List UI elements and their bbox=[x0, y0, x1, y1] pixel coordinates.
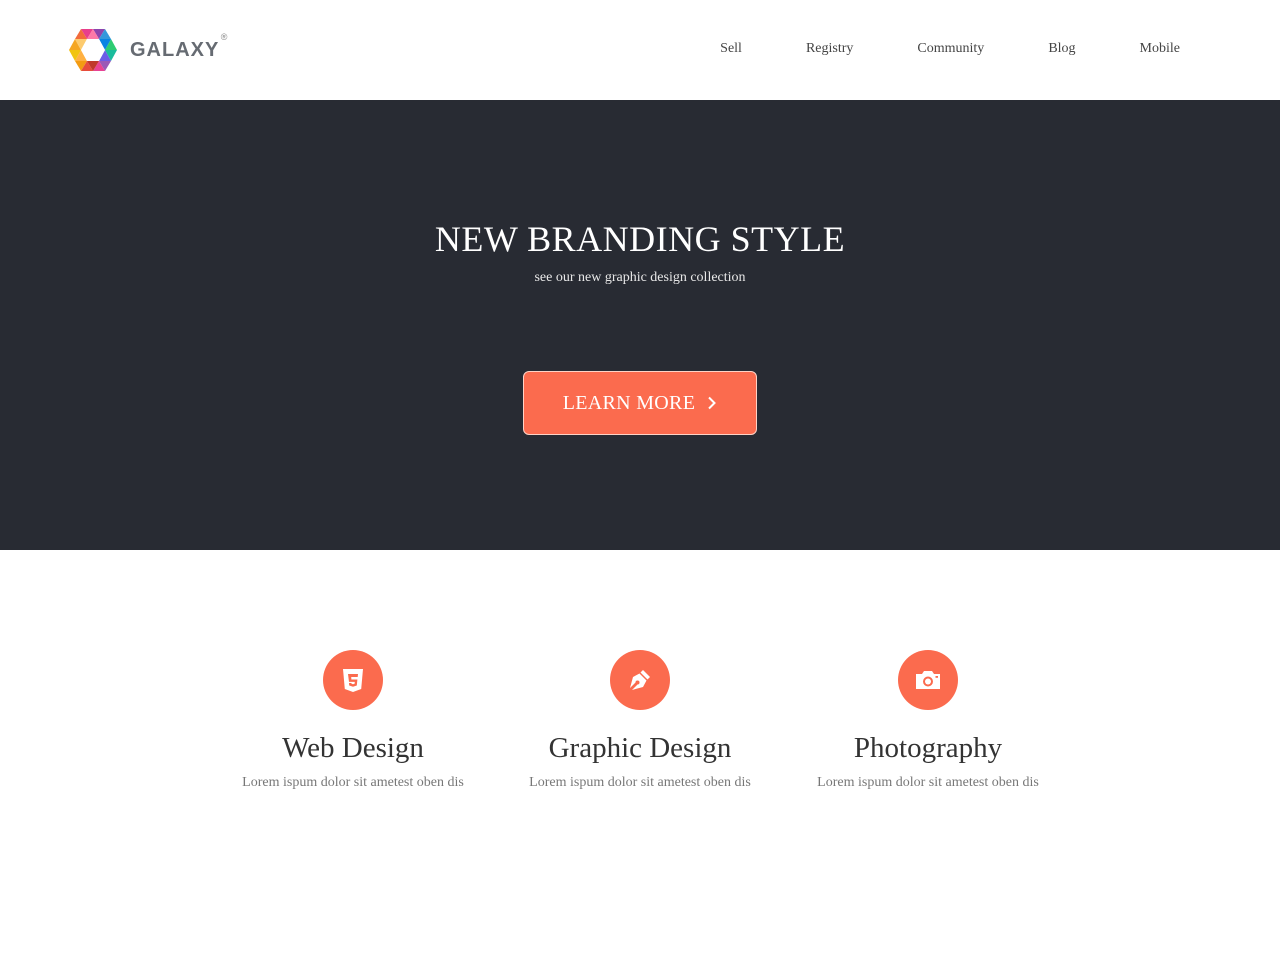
nav-item-registry[interactable]: Registry bbox=[806, 40, 853, 58]
learn-more-button[interactable]: LEARN MORE bbox=[523, 371, 757, 435]
site-header: GALAXY ® Sell Registry Community Blog Mob… bbox=[0, 0, 1280, 100]
pen-nib-icon bbox=[610, 650, 670, 710]
brand-name-text: GALAXY bbox=[130, 38, 220, 61]
nav-item-community[interactable]: Community bbox=[917, 40, 984, 58]
feature-description: Lorem ispum dolor sit ametest oben dis bbox=[242, 775, 464, 790]
feature-title: Web Design bbox=[282, 732, 424, 764]
chevron-right-icon bbox=[707, 396, 717, 410]
registered-mark: ® bbox=[220, 31, 229, 42]
feature-description: Lorem ispum dolor sit ametest oben dis bbox=[817, 775, 1039, 790]
main-nav: Sell Registry Community Blog Mobile bbox=[720, 40, 1180, 58]
hero-subtitle: see our new graphic design collection bbox=[534, 270, 746, 285]
galaxy-hexagon-logo-icon bbox=[69, 29, 117, 71]
camera-icon bbox=[898, 650, 958, 710]
feature-title: Photography bbox=[853, 732, 1003, 764]
feature-description: Lorem ispum dolor sit ametest oben dis bbox=[529, 775, 751, 790]
brand-logo[interactable]: GALAXY ® bbox=[69, 29, 227, 71]
learn-more-label: LEARN MORE bbox=[562, 391, 696, 414]
hero-title: NEW BRANDING STYLE bbox=[434, 219, 846, 259]
nav-item-sell[interactable]: Sell bbox=[720, 40, 742, 58]
feature-graphic-design: Graphic Design Lorem ispum dolor sit ame… bbox=[495, 650, 785, 792]
feature-title: Graphic Design bbox=[548, 732, 732, 764]
feature-photography: Photography Lorem ispum dolor sit ametes… bbox=[783, 650, 1073, 792]
hero-banner: NEW BRANDING STYLE see our new graphic d… bbox=[0, 100, 1280, 550]
nav-item-mobile[interactable]: Mobile bbox=[1140, 40, 1180, 58]
brand-name: GALAXY ® bbox=[130, 32, 227, 62]
html5-icon bbox=[323, 650, 383, 710]
nav-item-blog[interactable]: Blog bbox=[1048, 40, 1075, 58]
feature-web-design: Web Design Lorem ispum dolor sit ametest… bbox=[208, 650, 498, 792]
